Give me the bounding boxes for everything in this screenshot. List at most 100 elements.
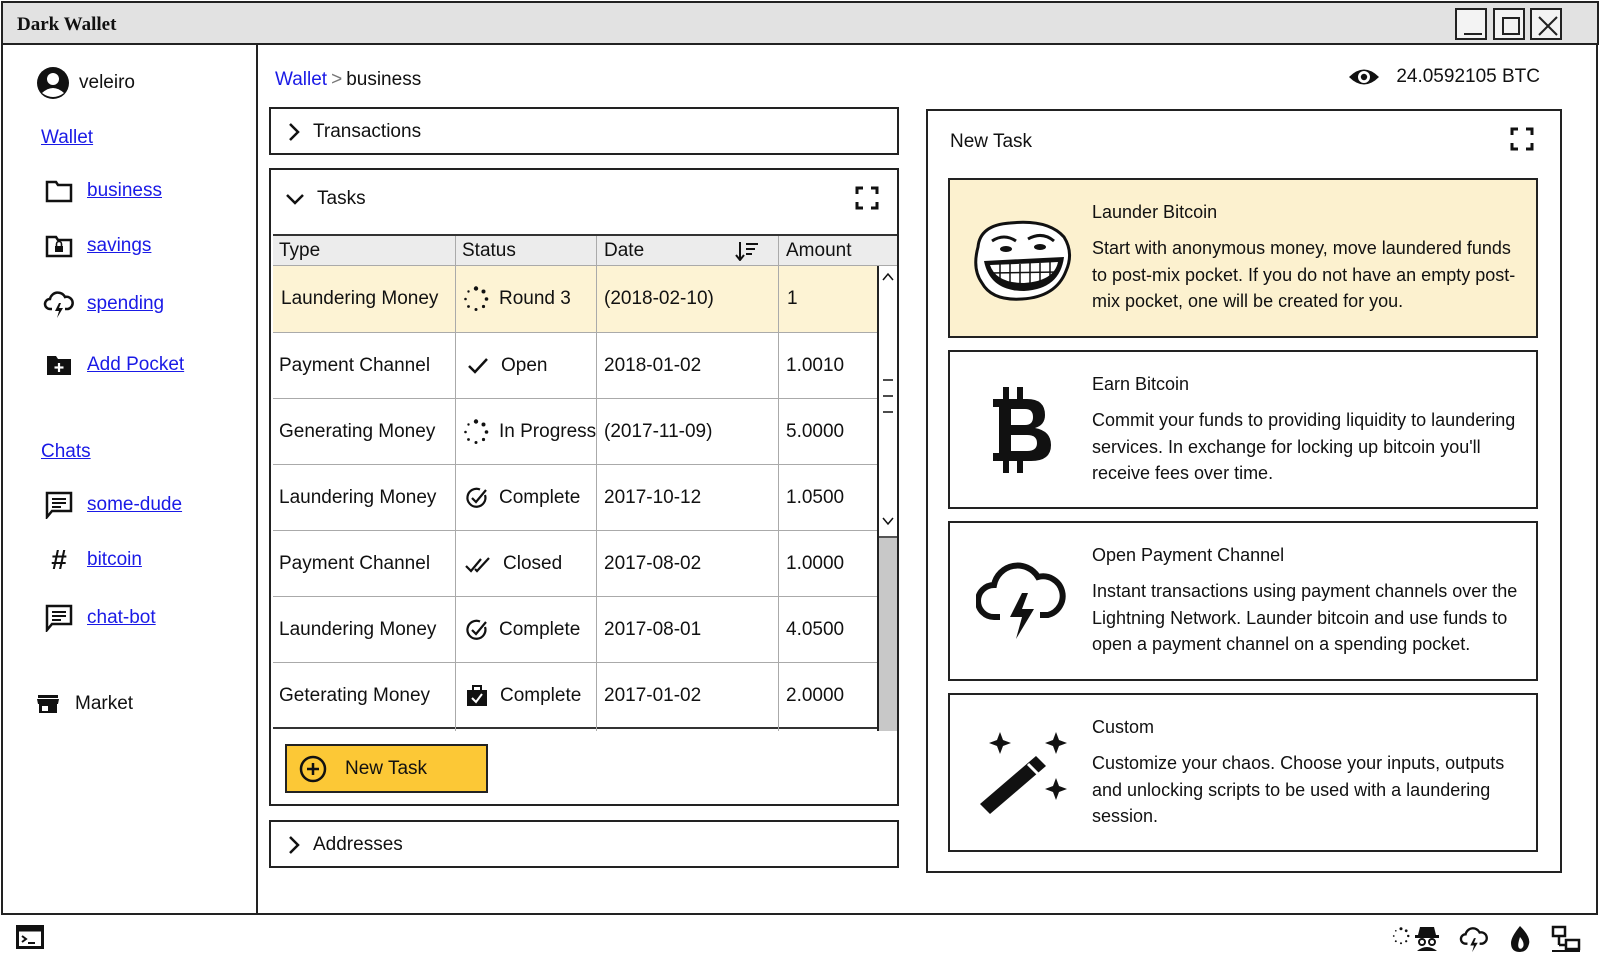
- column-header-type[interactable]: Type: [279, 240, 320, 262]
- scrollbar-thumb[interactable]: [879, 536, 897, 731]
- cell-date: (2017-11-09): [604, 421, 713, 442]
- cell-amount: 1.0500: [786, 487, 845, 508]
- column-divider: [596, 236, 597, 731]
- maximize-button[interactable]: [1493, 8, 1525, 40]
- fullscreen-icon[interactable]: [1510, 127, 1534, 151]
- table-row[interactable]: Laundering Money Complete 2017-10-12 1.0…: [273, 465, 877, 531]
- column-divider: [455, 236, 456, 731]
- cell-type: Payment Channel: [279, 355, 431, 376]
- transactions-panel[interactable]: Transactions: [269, 107, 899, 155]
- sidebar-item-label: Add Pocket: [87, 354, 185, 375]
- sidebar-item-label: spending: [87, 293, 165, 314]
- cell-amount: 4.0500: [786, 619, 845, 640]
- tasks-header[interactable]: Tasks: [285, 188, 366, 210]
- cell-date: (2018-02-10): [604, 288, 714, 309]
- card-title: Earn Bitcoin: [1092, 374, 1190, 394]
- task-card-launder-bitcoin[interactable]: Launder Bitcoin Start with anonymous mon…: [948, 178, 1538, 338]
- sidebar-item-market[interactable]: Market: [37, 693, 133, 715]
- new-task-panel: New Task Launder Bitcoin Start with anon…: [926, 109, 1562, 873]
- status-label: Open: [501, 355, 548, 376]
- check-circle-icon: [466, 619, 487, 640]
- column-header-amount[interactable]: Amount: [786, 240, 851, 262]
- status-bar: [0, 917, 1600, 960]
- sidebar-item-spending[interactable]: spending: [41, 286, 164, 322]
- chevron-right-icon: [289, 836, 300, 854]
- table-row[interactable]: Laundering Money Complete 2017-08-01 4.0…: [273, 597, 877, 663]
- table-row[interactable]: Laundering Money Round 3 (2018-02-10) 1: [273, 266, 877, 333]
- cell-amount: 2.0000: [786, 685, 845, 706]
- task-card-custom[interactable]: Custom Customize your chaos. Choose your…: [948, 693, 1538, 852]
- column-header-date[interactable]: Date: [604, 240, 644, 262]
- chat-icon: [41, 600, 77, 636]
- cloud-lightning-icon: [970, 549, 1074, 649]
- table-scrollbar[interactable]: [877, 266, 897, 731]
- sidebar-item-bitcoin[interactable]: # bitcoin: [41, 542, 142, 578]
- transactions-header[interactable]: Transactions: [287, 121, 421, 143]
- eye-icon[interactable]: [1348, 66, 1380, 88]
- chevron-right-icon: [289, 123, 300, 141]
- breadcrumb-separator: >: [331, 69, 343, 90]
- minimize-icon: [1464, 33, 1482, 35]
- status-label: Complete: [499, 487, 581, 508]
- main-content: Wallet > business 24.0592105 BTC Transacti…: [258, 45, 1598, 915]
- chevron-down-icon: [286, 194, 304, 205]
- table-row[interactable]: Payment Channel Closed 2017-08-02 1.0000: [273, 531, 877, 597]
- minimize-button[interactable]: [1455, 8, 1487, 40]
- table-row[interactable]: Generating Money In Progress (2017-11-09…: [273, 399, 877, 465]
- spy-icon[interactable]: [1414, 925, 1440, 951]
- status-label: Complete: [499, 619, 581, 640]
- scroll-down-icon[interactable]: [882, 516, 894, 526]
- sidebar-item-some-dude[interactable]: some-dude: [41, 487, 182, 523]
- terminal-icon[interactable]: [16, 925, 44, 949]
- button-label: New Task: [345, 757, 428, 779]
- panel-title: Tasks: [317, 188, 366, 209]
- wallet-link[interactable]: Wallet: [41, 127, 93, 149]
- cell-date: 2018-01-02: [604, 355, 702, 376]
- breadcrumb: Wallet > business: [275, 69, 421, 91]
- sort-descending-icon[interactable]: [735, 241, 759, 261]
- column-header-status[interactable]: Status: [462, 240, 516, 262]
- sidebar-item-business[interactable]: business: [41, 173, 162, 209]
- card-title: Custom: [1092, 717, 1155, 737]
- cell-status: Closed: [465, 531, 562, 597]
- store-icon: [37, 695, 59, 713]
- cell-amount: 1.0000: [786, 553, 845, 574]
- scroll-up-icon[interactable]: [882, 272, 894, 282]
- chat-icon: [41, 487, 77, 523]
- sidebar-item-chat-bot[interactable]: chat-bot: [41, 600, 156, 636]
- user-profile[interactable]: veleiro: [37, 67, 135, 99]
- cell-amount: 1: [787, 288, 798, 309]
- column-divider: [778, 236, 779, 731]
- trollface-icon: [970, 210, 1074, 310]
- cloud-lightning-icon[interactable]: [1458, 925, 1490, 953]
- task-card-earn-bitcoin[interactable]: Earn Bitcoin Commit your funds to provid…: [948, 350, 1538, 509]
- card-title: Launder Bitcoin: [1092, 202, 1218, 222]
- close-button[interactable]: [1530, 8, 1562, 40]
- close-icon: [1538, 16, 1558, 36]
- hashtag-icon: #: [51, 544, 67, 575]
- fire-drop-icon[interactable]: [1509, 925, 1531, 953]
- add-pocket-button[interactable]: Add Pocket: [41, 347, 184, 383]
- new-task-button[interactable]: New Task: [285, 744, 488, 793]
- table-row[interactable]: Geterating Money Complete 2017-01-02 2.0…: [273, 663, 877, 729]
- table-row[interactable]: Payment Channel Open 2018-01-02 1.0010: [273, 333, 877, 399]
- addresses-header[interactable]: Addresses: [287, 834, 403, 856]
- sidebar-item-label: bitcoin: [87, 549, 142, 570]
- folder-icon: [41, 173, 77, 209]
- tasks-panel: Tasks Type Status Date Amount Laundering…: [269, 168, 899, 806]
- chats-link[interactable]: Chats: [41, 441, 91, 463]
- card-title: Open Payment Channel: [1092, 545, 1285, 565]
- sidebar-item-savings[interactable]: savings: [41, 228, 151, 264]
- fullscreen-icon[interactable]: [855, 186, 879, 210]
- card-description: Customize your chaos. Choose your inputs…: [1092, 753, 1505, 826]
- network-icon[interactable]: [1551, 925, 1581, 953]
- status-label: In Progress: [499, 421, 597, 442]
- addresses-panel[interactable]: Addresses: [269, 820, 899, 868]
- task-card-open-payment-channel[interactable]: Open Payment Channel Instant transaction…: [948, 521, 1538, 681]
- cell-status: Complete: [465, 597, 580, 663]
- cell-status: Round 3: [463, 266, 571, 332]
- breadcrumb-wallet-link[interactable]: Wallet: [275, 69, 327, 90]
- cell-type: Payment Channel: [279, 553, 431, 574]
- magic-wand-icon: [970, 723, 1074, 823]
- add-folder-icon: [41, 347, 77, 383]
